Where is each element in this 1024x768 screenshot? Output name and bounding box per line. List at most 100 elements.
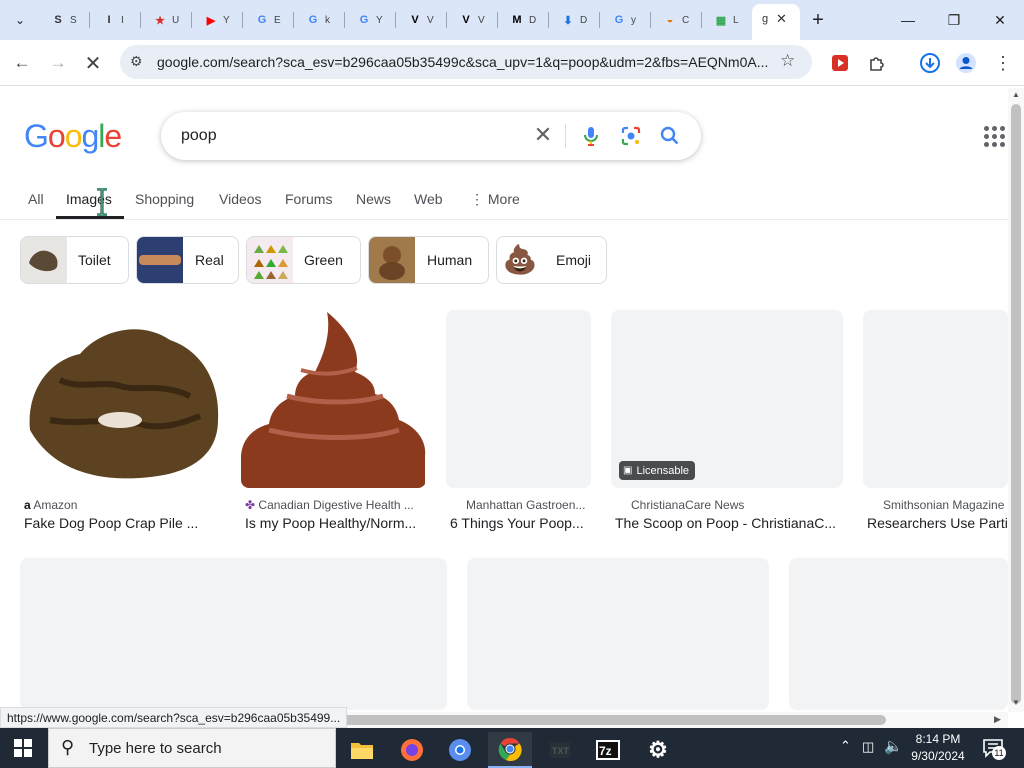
result-source[interactable]: Manhattan Gastroen... [466, 498, 585, 512]
google-apps-icon[interactable] [984, 126, 1006, 148]
browser-tab[interactable]: ⬇ D [550, 6, 592, 34]
profile-avatar-icon[interactable] [953, 50, 979, 76]
result-source[interactable]: ✤ Canadian Digestive Health ... [245, 498, 414, 512]
back-button[interactable]: ← [9, 50, 35, 76]
extension-icon[interactable] [827, 50, 853, 76]
result-image-placeholder[interactable] [789, 558, 1008, 710]
file-explorer-icon[interactable] [340, 732, 384, 768]
volume-muted-icon[interactable]: 🔈 [884, 737, 903, 755]
browser-tab[interactable]: ▶ Y [193, 6, 235, 34]
scroll-down-icon[interactable]: ▼ [1012, 698, 1020, 707]
site-info-icon[interactable]: ⚙ [130, 53, 143, 70]
browser-tab[interactable]: ★ U [142, 6, 184, 34]
result-image[interactable] [863, 310, 1008, 488]
search-submit-icon[interactable] [658, 124, 682, 153]
chip-green[interactable]: Green [246, 236, 361, 284]
browser-tab[interactable]: GE [244, 6, 286, 34]
voice-search-icon[interactable] [579, 124, 603, 153]
minimize-button[interactable]: — [896, 8, 920, 32]
new-tab-button[interactable]: + [806, 8, 830, 32]
search-box[interactable]: poop ✕ [161, 112, 701, 160]
chip-real[interactable]: Real [136, 236, 239, 284]
tab-shopping[interactable]: Shopping [135, 191, 194, 207]
search-input[interactable]: poop [181, 127, 217, 145]
browser-tab[interactable]: ▦ L [703, 6, 745, 34]
result-image-placeholder[interactable] [467, 558, 769, 710]
address-bar-url[interactable]: google.com/search?sca_esv=b296caa05b3549… [157, 54, 777, 70]
bookmark-star-icon[interactable]: ☆ [780, 51, 795, 71]
licensable-badge[interactable]: ▣ Licensable [619, 461, 696, 480]
browser-tab[interactable]: GY [346, 6, 388, 34]
browser-tab[interactable]: SS [40, 6, 82, 34]
tab-title: y [631, 14, 636, 26]
browser-tab[interactable]: VV [397, 6, 439, 34]
text-editor-icon[interactable]: TXT [538, 732, 582, 768]
tab-forums[interactable]: Forums [285, 191, 332, 207]
taskbar-search-box[interactable]: ⚲ Type here to search [48, 728, 336, 768]
lens-search-icon[interactable] [619, 124, 643, 153]
browser-tab[interactable]: II [91, 6, 133, 34]
result-source[interactable]: a Amazon [24, 498, 77, 512]
close-window-button[interactable]: ✕ [988, 8, 1012, 32]
result-image-placeholder[interactable] [20, 558, 447, 710]
vertical-scrollbar[interactable]: ▲ ▼ [1008, 88, 1024, 712]
browser-tab-strip: ⌄ S S I I ★ U ▶ Y G E Gk G Y V V V V M D ⬇ D Gy ◒ C ▦ L g ✕ + — ❐… [0, 0, 1024, 40]
7zip-icon[interactable]: 7z [586, 732, 630, 768]
chip-toilet[interactable]: Toilet [20, 236, 129, 284]
result-image[interactable]: ▣ Licensable [611, 310, 843, 488]
notification-center-icon[interactable]: 11 [982, 738, 1006, 760]
horizontal-scroll-thumb[interactable] [340, 715, 886, 725]
browser-tab[interactable]: Gk [295, 6, 337, 34]
screen: ⌄ S S I I ★ U ▶ Y G E Gk G Y V V V V M D ⬇ D Gy ◒ C ▦ L g ✕ + — ❐… [0, 0, 1024, 768]
tab-videos[interactable]: Videos [219, 191, 262, 207]
result-image[interactable] [241, 310, 426, 488]
chip-human[interactable]: Human [368, 236, 489, 284]
result-title[interactable]: The Scoop on Poop - ChristianaC... [615, 515, 843, 531]
browser-tab[interactable]: VV [448, 6, 490, 34]
address-bar[interactable]: ⚙ google.com/search?sca_esv=b296caa05b35… [120, 45, 812, 79]
vertical-scroll-thumb[interactable] [1011, 104, 1021, 704]
system-clock[interactable]: 8:14 PM 9/30/2024 [906, 731, 970, 765]
browser-tab[interactable]: MD [499, 6, 541, 34]
result-source[interactable]: ChristianaCare News [631, 498, 744, 512]
scroll-right-icon[interactable]: ▶ [994, 714, 1001, 725]
result-title[interactable]: Fake Dog Poop Crap Pile ... [24, 515, 221, 531]
windows-start-icon[interactable] [14, 739, 32, 762]
result-title[interactable]: 6 Things Your Poop... [450, 515, 591, 531]
forward-button[interactable]: → [45, 50, 71, 76]
tab-web[interactable]: Web [414, 191, 443, 207]
tab-news[interactable]: News [356, 191, 391, 207]
result-title[interactable]: Researchers Use Parti [867, 515, 1008, 531]
result-title[interactable]: Is my Poop Healthy/Norm... [245, 515, 426, 531]
tab-active[interactable]: g ✕ [752, 4, 800, 40]
extensions-puzzle-icon[interactable] [864, 50, 890, 76]
tab-favicon-icon: I [107, 14, 111, 26]
result-source[interactable]: Smithsonian Magazine [883, 498, 1004, 512]
stop-loading-button[interactable]: ✕ [80, 50, 106, 76]
maximize-button[interactable]: ❐ [942, 8, 966, 32]
chrome-icon[interactable] [488, 732, 532, 768]
chip-emoji[interactable]: 💩 Emoji [496, 236, 607, 284]
tab-search-button[interactable]: ⌄ [8, 8, 32, 32]
google-logo[interactable]: Google [24, 118, 122, 155]
download-icon[interactable] [917, 50, 943, 76]
settings-gear-icon[interactable]: ⚙ [636, 732, 680, 768]
chevron-up-icon[interactable]: ⌃ [840, 738, 851, 754]
firefox-icon[interactable] [390, 732, 434, 768]
clock-time: 8:14 PM [915, 732, 961, 746]
result-image[interactable] [446, 310, 591, 488]
chrome-profile-icon[interactable] [438, 732, 482, 768]
scroll-up-icon[interactable]: ▲ [1012, 90, 1020, 99]
result-image[interactable] [20, 310, 221, 488]
browser-menu-icon[interactable]: ⋮ [990, 50, 1016, 76]
tab-close-icon[interactable]: ✕ [776, 11, 787, 27]
tab-title: V [427, 14, 434, 26]
tab-more[interactable]: ⋮ More [470, 191, 520, 208]
browser-tab[interactable]: ◒ C [652, 6, 694, 34]
network-icon[interactable]: ◫ [862, 739, 874, 755]
tab-title: S [70, 14, 77, 26]
image-icon: ▣ [623, 465, 633, 476]
clear-search-icon[interactable]: ✕ [531, 123, 555, 147]
browser-tab[interactable]: Gy [601, 6, 643, 34]
tab-all[interactable]: All [28, 191, 44, 207]
